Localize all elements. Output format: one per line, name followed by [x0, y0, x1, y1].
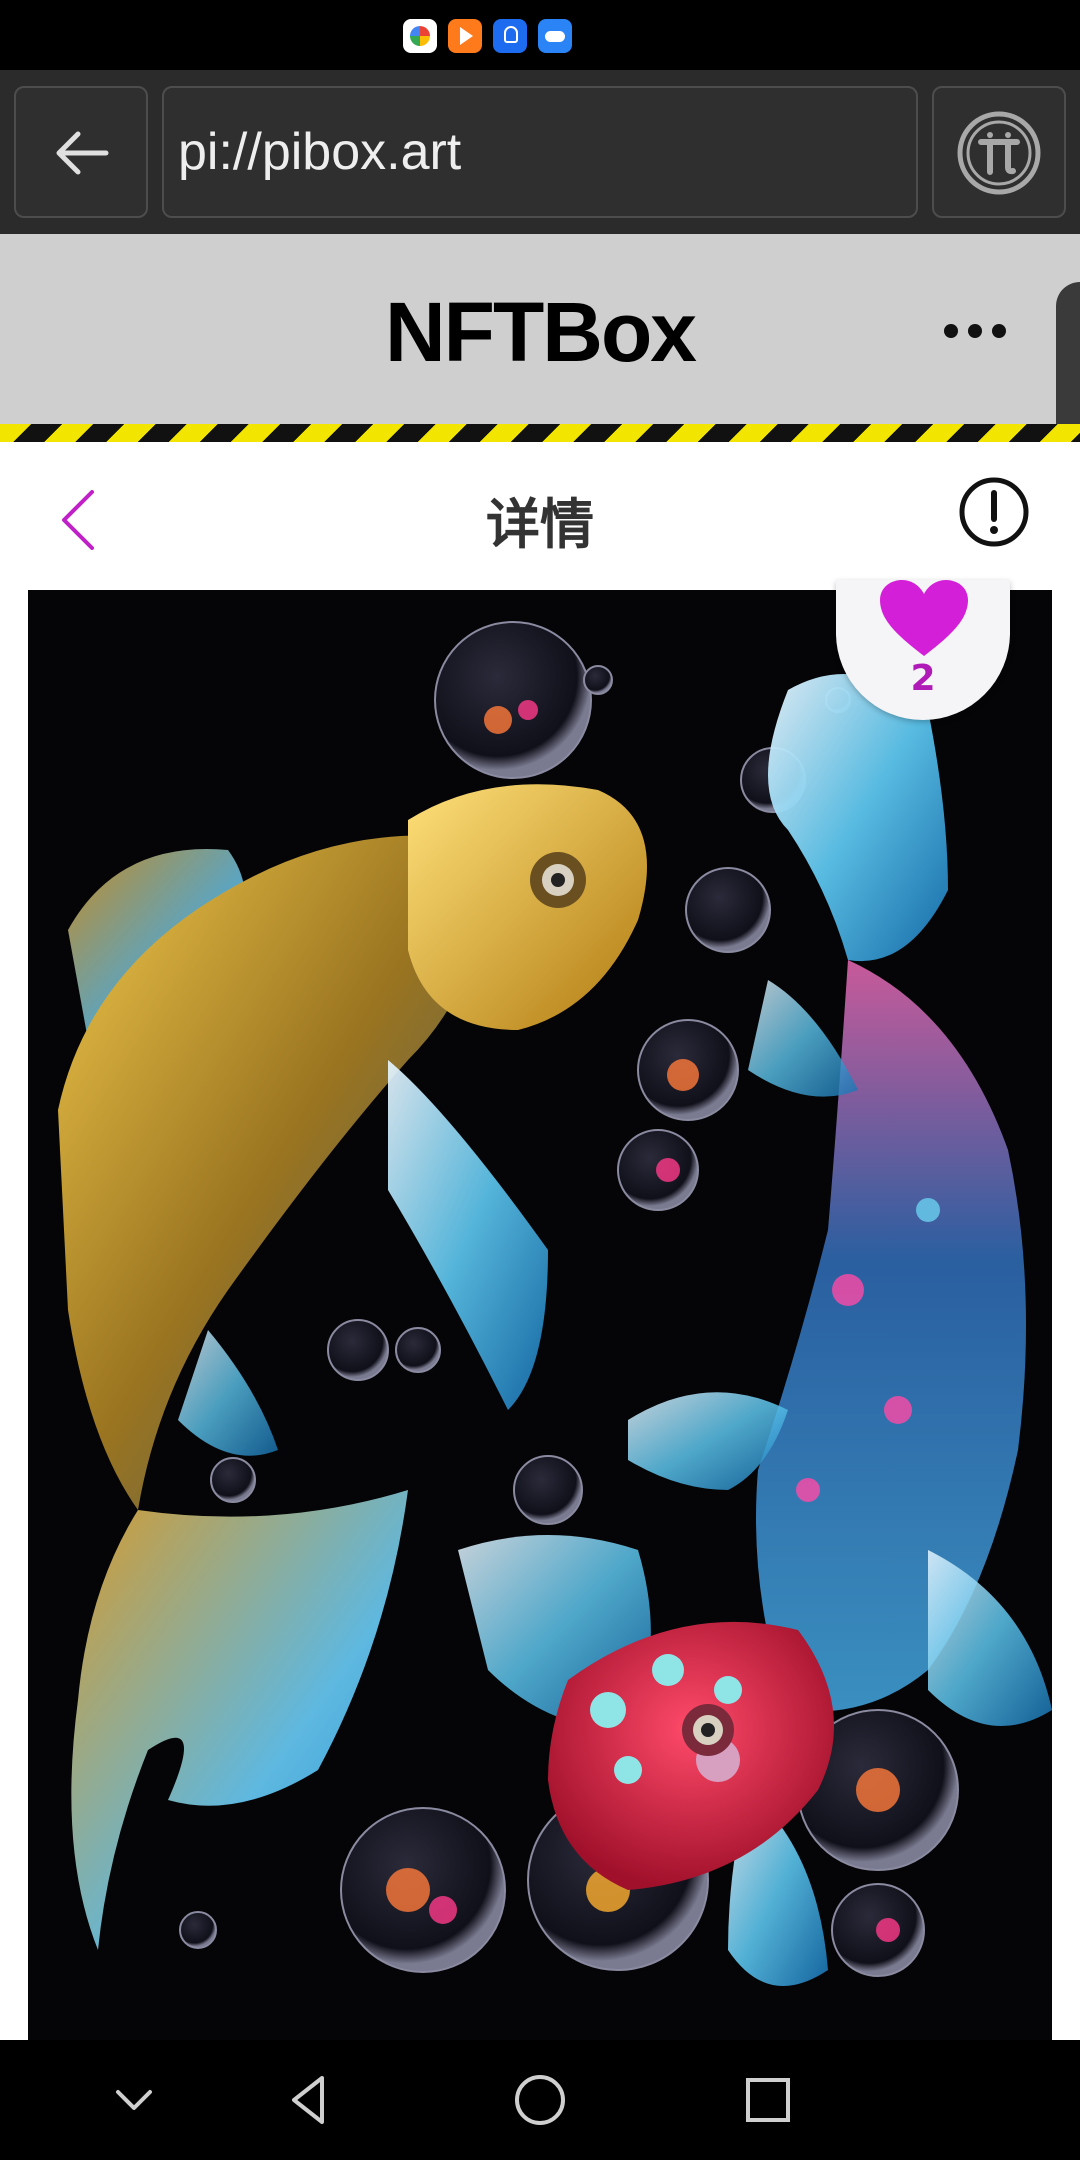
nft-artwork[interactable]	[28, 590, 1052, 2040]
heart-icon	[880, 580, 968, 656]
screen: pi://pibox.art NFTBox 详情 2	[0, 0, 1080, 2160]
url-bar[interactable]: pi://pibox.art	[162, 86, 918, 218]
status-bar	[0, 0, 1080, 70]
system-nav-bar	[0, 2040, 1080, 2160]
cloud-app-icon	[538, 19, 572, 53]
pi-browser-button[interactable]	[932, 86, 1066, 218]
pi-logo-icon	[957, 111, 1041, 195]
browser-back-button[interactable]	[14, 86, 148, 218]
video-app-icon	[448, 19, 482, 53]
chrome-app-icon	[403, 19, 437, 53]
page-title: 详情	[486, 493, 594, 556]
back-triangle-icon[interactable]	[278, 2068, 342, 2132]
url-text: pi://pibox.art	[178, 123, 462, 181]
like-count: 2	[910, 658, 936, 699]
app-title: NFTBox	[385, 285, 697, 379]
back-arrow-icon	[56, 131, 109, 175]
collapse-icon[interactable]	[102, 2068, 166, 2132]
koi-fish-illustration	[28, 590, 1052, 2040]
home-circle-icon[interactable]	[508, 2068, 572, 2132]
hazard-stripe-divider	[0, 424, 1080, 442]
info-icon[interactable]	[958, 476, 1030, 548]
app-header: NFTBox	[0, 234, 1080, 424]
bulb-app-icon	[493, 19, 527, 53]
detail-page: 详情 2	[0, 442, 1080, 2040]
browser-toolbar: pi://pibox.art	[0, 70, 1080, 234]
more-dots-icon[interactable]	[940, 320, 1010, 342]
recents-square-icon[interactable]	[736, 2068, 800, 2132]
